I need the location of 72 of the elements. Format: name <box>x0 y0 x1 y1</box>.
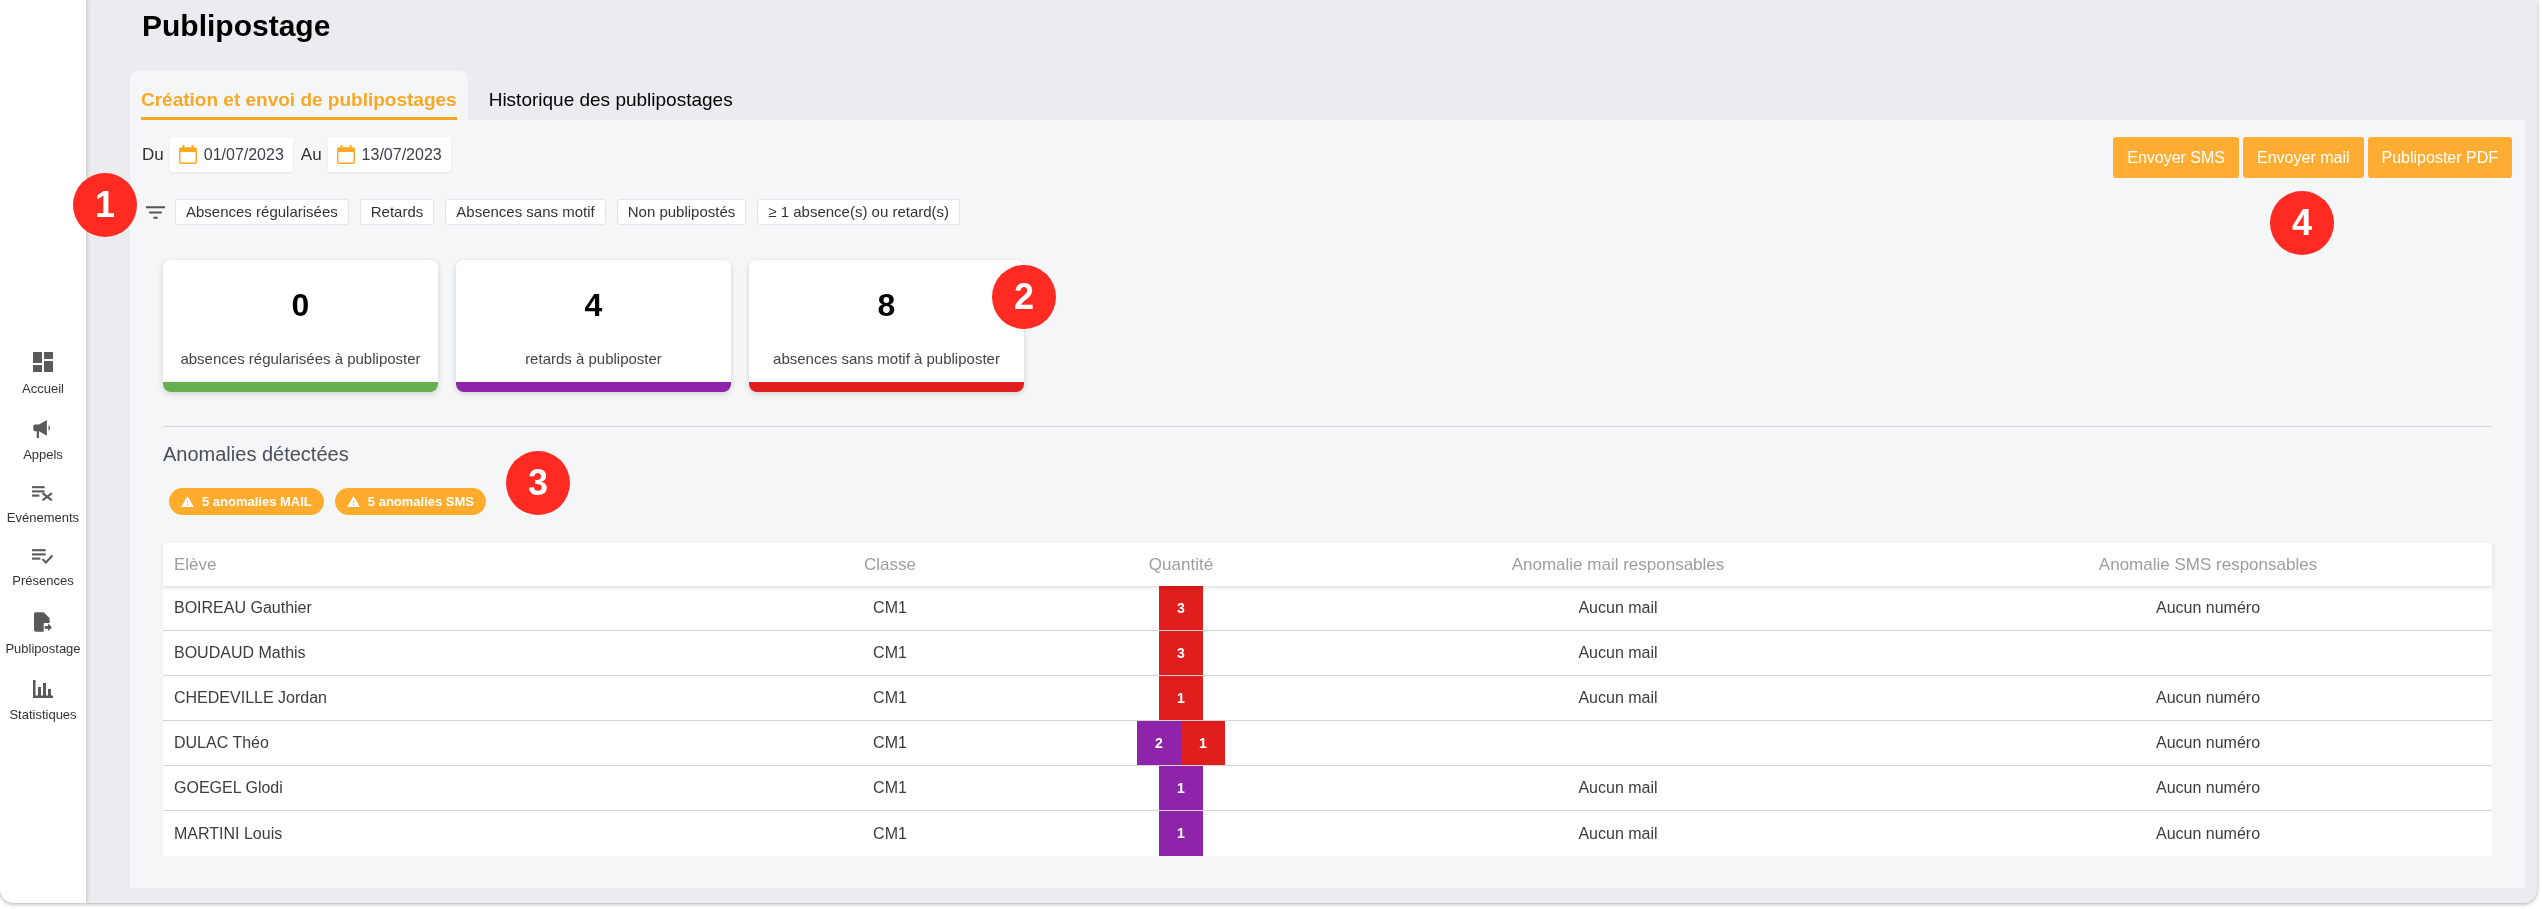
step-marker: 1 <box>73 173 137 237</box>
summary-label: absences sans motif à publiposter <box>773 349 1000 369</box>
sidebar-item[interactable]: Accueil <box>22 352 64 398</box>
section-title: Anomalies détectées <box>163 442 349 466</box>
table-cell-text: Aucun numéro <box>2155 823 2261 844</box>
sidebar-item[interactable]: Appels <box>23 420 63 464</box>
table-cell-text: DULAC Théo <box>174 733 269 753</box>
filter-chip[interactable]: ≥ 1 absence(s) ou retard(s) <box>757 199 961 225</box>
table-cell-text: CHEDEVILLE Jordan <box>174 688 327 708</box>
summary-label: absences régularisées à publiposter <box>180 349 421 369</box>
summary-count: 0 <box>291 286 310 324</box>
date-label: Du <box>142 143 164 166</box>
tab[interactable]: Historique des publipostages <box>477 71 744 120</box>
sidebar-item[interactable]: Evénements <box>6 486 80 527</box>
filter-chip[interactable]: Absences régularisées <box>175 199 349 225</box>
table-cell-text: GOEGEL Glodi <box>174 778 283 798</box>
count-block: 1 <box>1159 766 1203 810</box>
step-marker: 4 <box>2270 191 2334 255</box>
count-block: 2 <box>1137 721 1181 765</box>
count-block: 1 <box>1159 811 1203 856</box>
date-field[interactable]: 01/07/2023 <box>169 137 293 172</box>
table-cell-text: Aucun mail <box>1578 823 1658 844</box>
column-header: Anomalie SMS responsables <box>2098 553 2318 576</box>
column-header: Elève <box>174 553 217 576</box>
list-check-icon <box>32 549 54 564</box>
warning-icon <box>181 496 194 507</box>
table-cell-text: Aucun mail <box>1578 688 1658 708</box>
list-remove-icon <box>32 486 54 501</box>
column-header: Classe <box>864 553 916 576</box>
column-header: Quantité <box>1148 553 1214 576</box>
sidebar-item[interactable]: Statistiques <box>9 680 77 724</box>
page-title: Publipostage <box>142 8 331 44</box>
filter-chip[interactable]: Absences sans motif <box>445 199 606 225</box>
table-cell-text: CM1 <box>873 643 907 663</box>
summary-label: retards à publiposter <box>525 349 662 369</box>
filter-chip[interactable]: Retards <box>359 199 435 225</box>
table-cell-text: Aucun mail <box>1578 643 1658 663</box>
step-marker: 3 <box>506 451 570 515</box>
summary-count: 8 <box>877 286 896 324</box>
table-cell-text: Aucun mail <box>1578 598 1658 618</box>
date-field[interactable]: 13/07/2023 <box>327 137 451 172</box>
filter-chip[interactable]: Non publipostés <box>616 199 747 225</box>
table-cell-text: Aucun mail <box>1578 778 1658 798</box>
date-label: Au <box>300 143 322 166</box>
sidebar-item[interactable]: Publipostage <box>5 612 81 658</box>
table-cell-text: CM1 <box>873 823 907 844</box>
table-cell-text: BOIREAU Gauthier <box>174 598 312 618</box>
count-block: 3 <box>1159 586 1203 630</box>
file-arrow-icon <box>34 612 52 632</box>
filter-icon[interactable] <box>146 205 165 219</box>
count-block: 3 <box>1159 631 1203 675</box>
table-cell-text: Aucun numéro <box>2155 598 2261 618</box>
table-cell-text: BOUDAUD Mathis <box>174 643 306 663</box>
table-cell-text: CM1 <box>873 733 907 753</box>
table-cell-text: MARTINI Louis <box>174 823 283 844</box>
warning-icon <box>346 496 360 507</box>
bar-chart-icon <box>33 680 53 698</box>
calendar-icon <box>178 145 197 164</box>
table-cell-text: CM1 <box>873 598 907 618</box>
summary-count: 4 <box>584 286 603 324</box>
sidebar-item[interactable]: Présences <box>12 549 74 590</box>
dashboard-icon <box>33 352 53 372</box>
count-block: 1 <box>1181 721 1225 765</box>
count-block: 1 <box>1159 676 1203 720</box>
calendar-icon <box>336 145 355 164</box>
column-header: Anomalie mail responsables <box>1511 553 1725 576</box>
table-cell-text: Aucun numéro <box>2155 733 2261 753</box>
table-cell-text: CM1 <box>873 688 907 708</box>
step-marker: 2 <box>992 265 1056 329</box>
table-cell-text: CM1 <box>873 778 907 798</box>
table-cell-text: Aucun numéro <box>2155 688 2261 708</box>
table-cell-text: Aucun numéro <box>2155 778 2261 798</box>
